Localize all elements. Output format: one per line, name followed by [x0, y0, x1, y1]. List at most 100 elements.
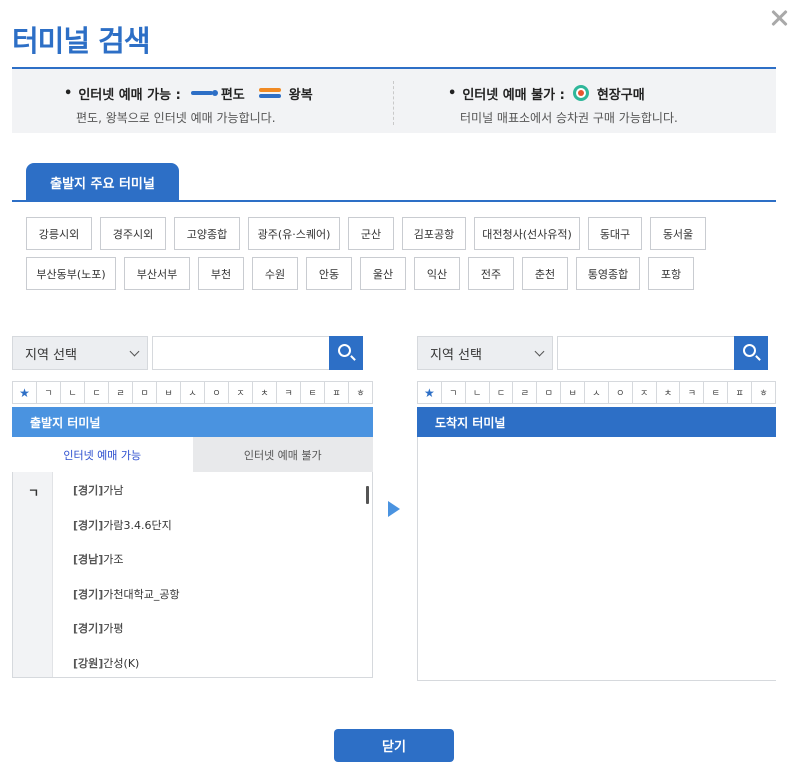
search-icon: [338, 344, 351, 357]
legend-oneway-label: 편도: [220, 87, 245, 103]
index-char[interactable]: ㅁ: [537, 382, 562, 403]
index-char[interactable]: ㅈ: [229, 382, 253, 403]
index-char[interactable]: ㅌ: [704, 382, 729, 403]
region-select-value: 지역 선택: [430, 347, 482, 363]
terminal-row: 강릉시외 경주시외 고양종합 광주(유·스퀘어) 군산 김포공항 대전청사(선사유적) 동대구…: [26, 217, 726, 250]
list-item[interactable]: [경기]가람3.4.6단지: [73, 517, 180, 552]
terminal-chip[interactable]: 부산동부(노포): [26, 257, 116, 290]
tab-online-booking[interactable]: 인터넷 예매 가능: [12, 437, 193, 472]
index-char[interactable]: ㅍ: [325, 382, 349, 403]
entries: [경기]가남 [경기]가람3.4.6단지 [경남]가조 [경기]가천대학교_공항 [경기…: [73, 482, 180, 689]
letter-label: ㄱ: [28, 486, 40, 500]
index-char[interactable]: ㄱ: [37, 382, 61, 403]
arrival-header: 도착지 터미널: [417, 407, 776, 437]
departure-tabs: 인터넷 예매 가능 인터넷 예매 불가: [12, 437, 373, 472]
terminal-chip[interactable]: 고양종합: [174, 217, 240, 250]
close-icon[interactable]: [766, 6, 792, 32]
entry-region: [경기]: [73, 518, 104, 532]
terminal-chip[interactable]: 동대구: [588, 217, 642, 250]
departure-header: 출발지 터미널: [12, 407, 373, 437]
search-button[interactable]: [329, 336, 363, 370]
legend-online-desc: 편도, 왕복으로 인터넷 예매 가능합니다.: [76, 111, 276, 125]
entry-region: [경남]: [73, 553, 104, 566]
region-select[interactable]: 지역 선택: [417, 336, 553, 370]
index-bar: ★ ㄱㄴㄷㄹㅁㅂㅅㅇㅈㅊㅋㅌㅍㅎ: [417, 381, 776, 404]
legend-round-label: 왕복: [288, 87, 313, 103]
terminal-chip[interactable]: 수원: [252, 257, 298, 290]
tab-major-terminals[interactable]: 출발지 주요 터미널: [26, 163, 179, 201]
legend-offline: • 인터넷 예매 불가 : 현장구매 터미널 매표소에서 승차권 구매 가능합니…: [448, 83, 678, 126]
index-char[interactable]: ㅎ: [349, 382, 372, 403]
favorite-star-icon[interactable]: ★: [13, 382, 37, 403]
legend-online-label: 인터넷 예매 가능 :: [78, 87, 181, 103]
index-char[interactable]: ㅎ: [752, 382, 775, 403]
index-char[interactable]: ㅇ: [205, 382, 229, 403]
index-char[interactable]: ㄷ: [490, 382, 514, 403]
index-char[interactable]: ㅍ: [728, 382, 753, 403]
index-char[interactable]: ㄹ: [513, 382, 538, 403]
legend-offline-label: 인터넷 예매 불가 :: [462, 87, 565, 103]
terminal-chip[interactable]: 부천: [198, 257, 244, 290]
entry-name: 가천대학교_공항: [103, 587, 180, 601]
index-char[interactable]: ㅅ: [181, 382, 205, 403]
terminal-chip[interactable]: 익산: [414, 257, 460, 290]
terminal-chip[interactable]: 강릉시외: [26, 217, 92, 250]
terminal-chip[interactable]: 김포공항: [402, 217, 466, 250]
index-char[interactable]: ㄹ: [109, 382, 133, 403]
terminal-chip[interactable]: 통영종합: [576, 257, 640, 290]
terminal-chip[interactable]: 포항: [648, 257, 694, 290]
departure-list: ㄱ [경기]가남 [경기]가람3.4.6단지 [경남]가조 [경기]가천대학교_공항[…: [12, 472, 373, 678]
terminal-chip[interactable]: 춘천: [522, 257, 568, 290]
list-item[interactable]: [경기]가천대학교_공항: [73, 586, 180, 621]
search-button[interactable]: [734, 336, 768, 370]
legend-divider: [393, 81, 394, 125]
entry-name: 가평: [103, 622, 124, 635]
tab-underline: [12, 200, 776, 202]
onsite-icon: [572, 85, 589, 101]
terminal-chip[interactable]: 군산: [348, 217, 394, 250]
bullet: •: [448, 85, 457, 101]
terminal-row: 부산동부(노포) 부산서부 부천 수원 안동 울산 익산 전주 춘천 통영종합 포항: [26, 257, 726, 290]
index-char[interactable]: ㅂ: [561, 382, 586, 403]
bullet: •: [64, 85, 73, 101]
terminal-chip[interactable]: 울산: [360, 257, 406, 290]
list-item[interactable]: [강원]간성(K): [73, 655, 180, 690]
list-item[interactable]: [경기]가평: [73, 620, 180, 655]
index-char[interactable]: ㅊ: [253, 382, 277, 403]
entry-name: 가남: [103, 484, 124, 497]
index-char[interactable]: ㅂ: [157, 382, 181, 403]
major-terminal-list: 강릉시외 경주시외 고양종합 광주(유·스퀘어) 군산 김포공항 대전청사(선사유적) 동대구…: [26, 217, 726, 297]
index-char[interactable]: ㅈ: [633, 382, 657, 403]
terminal-chip[interactable]: 동서울: [650, 217, 706, 250]
terminal-chip[interactable]: 광주(유·스퀘어): [248, 217, 340, 250]
arrow-right-icon[interactable]: [388, 501, 400, 517]
letter-column: ㄱ: [13, 472, 53, 677]
list-item[interactable]: [경남]가조: [73, 551, 180, 586]
index-char[interactable]: ㅇ: [609, 382, 633, 403]
terminal-chip[interactable]: 안동: [306, 257, 352, 290]
terminal-chip[interactable]: 대전청사(선사유적): [474, 217, 580, 250]
list-item[interactable]: [경기]가남: [73, 482, 180, 517]
index-char[interactable]: ㅅ: [585, 382, 609, 403]
region-select-value: 지역 선택: [25, 347, 77, 363]
index-char[interactable]: ㅌ: [301, 382, 325, 403]
close-button[interactable]: 닫기: [334, 729, 454, 762]
tab-offline-booking[interactable]: 인터넷 예매 불가: [192, 437, 373, 472]
search-input[interactable]: [152, 336, 330, 370]
index-char[interactable]: ㅊ: [657, 382, 681, 403]
region-select[interactable]: 지역 선택: [12, 336, 148, 370]
index-char[interactable]: ㅁ: [133, 382, 157, 403]
index-char[interactable]: ㄱ: [442, 382, 466, 403]
search-input[interactable]: [557, 336, 735, 370]
index-char[interactable]: ㄷ: [85, 382, 109, 403]
arrival-list: [417, 437, 776, 681]
favorite-star-icon[interactable]: ★: [418, 382, 442, 403]
index-char[interactable]: ㄴ: [61, 382, 85, 403]
scrollbar[interactable]: [366, 486, 369, 504]
terminal-chip[interactable]: 부산서부: [124, 257, 190, 290]
terminal-chip[interactable]: 전주: [468, 257, 514, 290]
terminal-chip[interactable]: 경주시외: [100, 217, 166, 250]
index-char[interactable]: ㅋ: [680, 382, 705, 403]
index-char[interactable]: ㄴ: [466, 382, 490, 403]
index-char[interactable]: ㅋ: [277, 382, 301, 403]
